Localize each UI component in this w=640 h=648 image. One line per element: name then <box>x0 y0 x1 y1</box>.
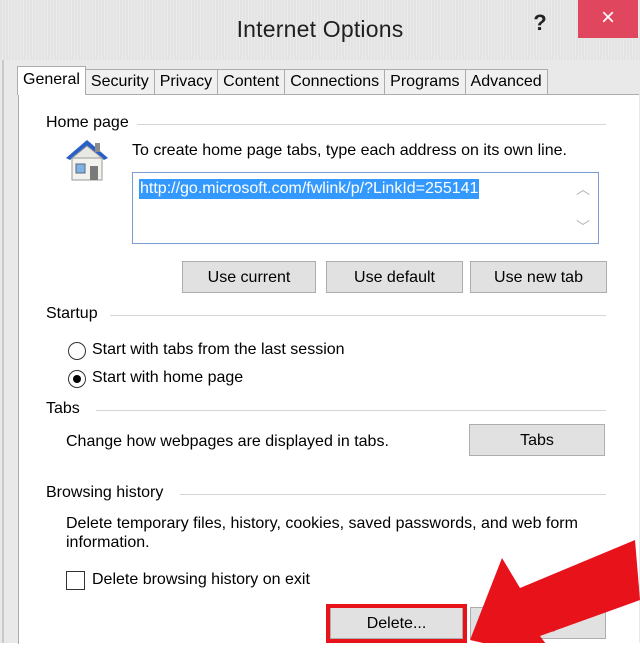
delete-on-exit-label: Delete browsing history on exit <box>92 571 310 588</box>
tab-general[interactable]: General <box>17 66 86 95</box>
red-arrow-annotation <box>460 540 640 648</box>
tab-content[interactable]: Content <box>217 69 286 94</box>
title-bar: Internet Options ? × <box>0 0 640 60</box>
help-button[interactable]: ? <box>510 8 570 38</box>
startup-divider <box>110 315 606 316</box>
browsing-history-divider <box>180 494 606 495</box>
tab-programs[interactable]: Programs <box>384 69 466 94</box>
use-new-tab-button[interactable]: Use new tab <box>470 261 607 293</box>
tab-privacy[interactable]: Privacy <box>153 69 219 94</box>
browsing-history-group-label: Browsing history <box>46 484 172 502</box>
tab-connections[interactable]: Connections <box>284 69 386 94</box>
delete-button-highlight <box>326 604 467 643</box>
radio-last-session-label: Start with tabs from the last session <box>92 341 345 358</box>
use-default-button[interactable]: Use default <box>326 261 463 293</box>
tabs-group-label: Tabs <box>46 400 88 418</box>
home-page-group-label: Home page <box>46 114 137 132</box>
close-icon: × <box>600 4 615 31</box>
house-icon <box>62 136 112 184</box>
internet-options-window: Internet Options ? × General Security Pr… <box>0 0 640 648</box>
tab-strip: General Security Privacy Content Connect… <box>17 66 548 95</box>
tabs-description: Change how webpages are displayed in tab… <box>66 433 389 450</box>
delete-on-exit-checkbox[interactable] <box>66 571 85 590</box>
home-page-url-textarea[interactable]: http://go.microsoft.com/fwlink/p/?LinkId… <box>132 172 599 244</box>
home-page-url-value: http://go.microsoft.com/fwlink/p/?LinkId… <box>139 179 480 199</box>
scroll-down-icon[interactable]: ﹀ <box>576 217 590 237</box>
home-page-instruction: To create home page tabs, type each addr… <box>132 142 567 159</box>
close-button[interactable]: × <box>578 0 638 38</box>
radio-last-session[interactable] <box>68 342 86 360</box>
use-current-button[interactable]: Use current <box>182 261 316 293</box>
left-border <box>2 60 4 643</box>
tab-advanced[interactable]: Advanced <box>464 69 548 94</box>
startup-group-label: Startup <box>46 305 106 323</box>
tabs-divider <box>96 410 606 411</box>
tabs-settings-button[interactable]: Tabs <box>469 424 605 456</box>
home-page-divider <box>120 124 606 125</box>
scroll-up-icon[interactable]: ︿ <box>576 179 590 199</box>
radio-home-page[interactable] <box>68 370 86 388</box>
radio-home-page-label: Start with home page <box>92 369 244 386</box>
tab-security[interactable]: Security <box>84 69 155 94</box>
